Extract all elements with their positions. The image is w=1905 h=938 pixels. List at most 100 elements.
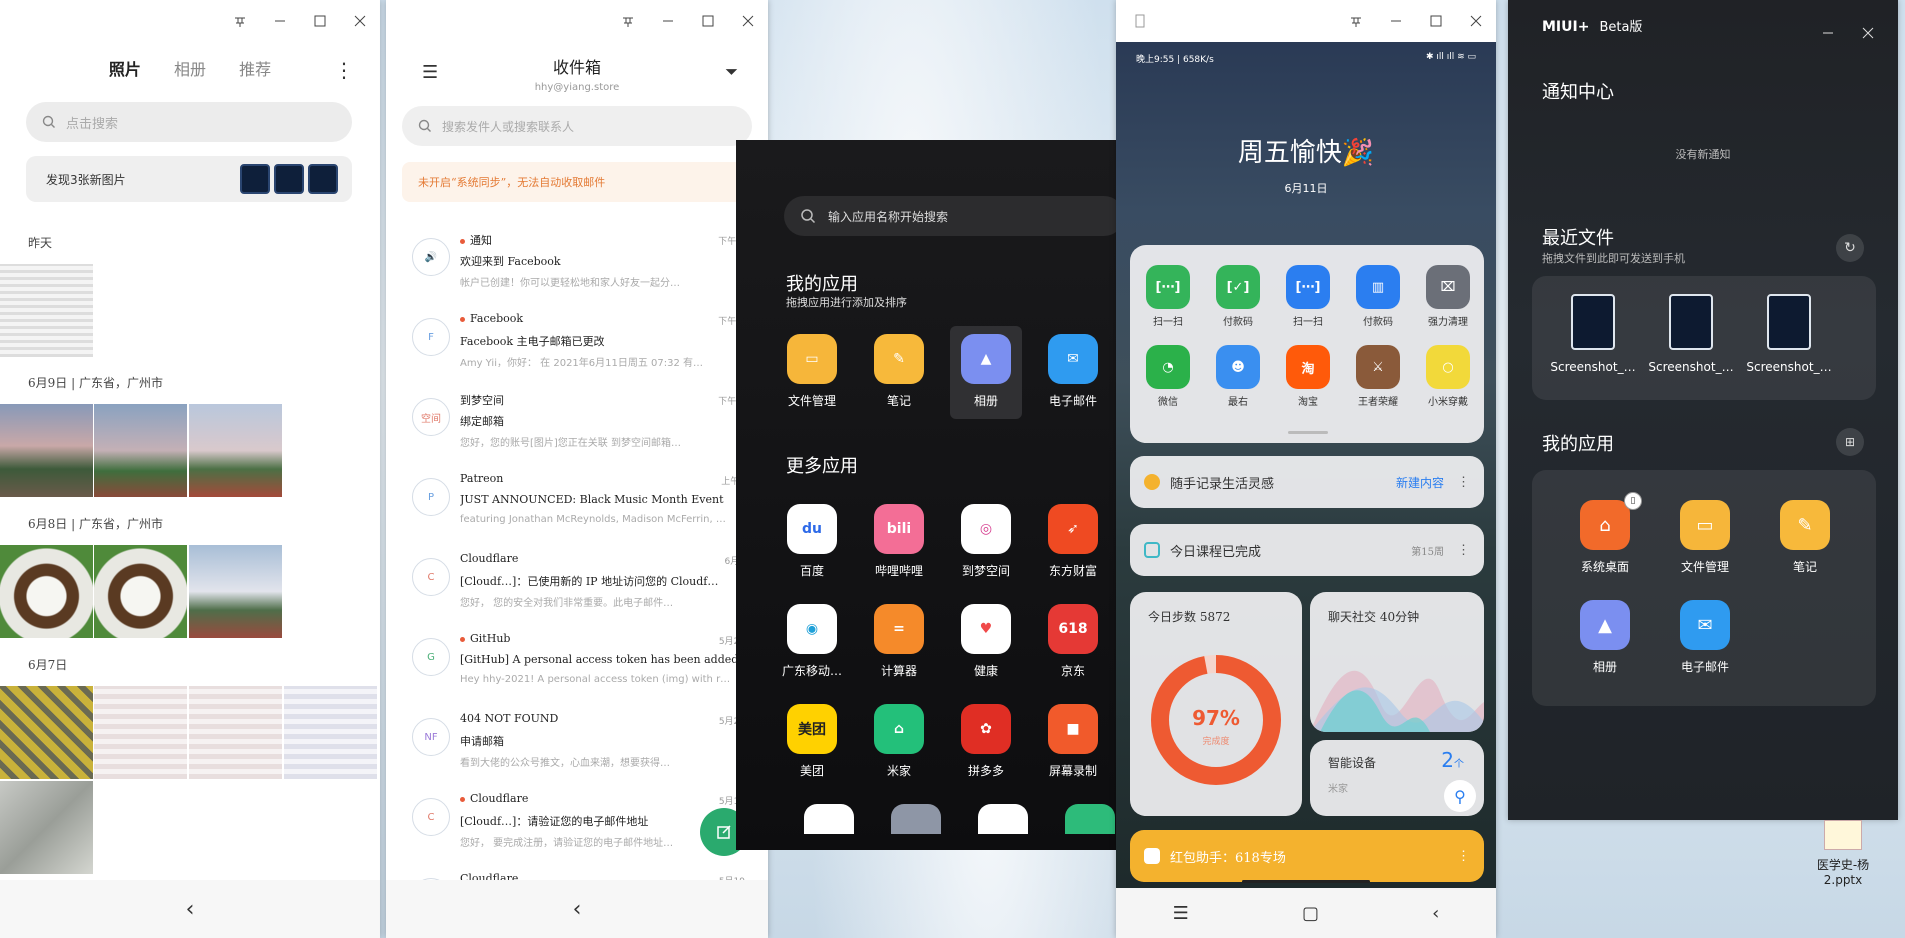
close-icon[interactable] xyxy=(340,0,380,42)
photo-thumbnail[interactable] xyxy=(94,686,187,779)
new-photos-banner[interactable]: 发现3张新图片 xyxy=(26,156,352,202)
recent-file[interactable]: Screenshot_… xyxy=(1548,294,1638,374)
pin-icon[interactable] xyxy=(220,0,260,42)
maximize-icon[interactable] xyxy=(300,0,340,42)
gallery-search-input[interactable]: 点击搜索 xyxy=(26,102,352,142)
close-icon[interactable] xyxy=(1456,0,1496,42)
phone-app-10[interactable]: ○ 小米穿戴 xyxy=(1418,345,1478,408)
app-13[interactable]: 美团 美团 xyxy=(776,704,848,779)
phone-app-3[interactable]: [⋯] 扫一扫 xyxy=(1278,265,1338,328)
phone-app-7[interactable]: ☻ 最右 xyxy=(1208,345,1268,408)
phone-app-9[interactable]: ⚔ 王者荣耀 xyxy=(1348,345,1408,408)
photo-thumbnail[interactable] xyxy=(0,404,93,497)
app-10[interactable]: = 计算器 xyxy=(863,604,935,679)
mail-item[interactable]: CCloudflare6月9…[Cloudf…]：已使用新的 IP 地址访问您的… xyxy=(386,542,768,622)
app-8[interactable]: ➶ 东方财富 xyxy=(1037,504,1109,579)
photo-thumbnail[interactable] xyxy=(94,545,187,638)
desktop-file-icon[interactable]: 医学史-杨 2.pptx xyxy=(1798,820,1888,887)
compose-icon xyxy=(717,825,731,839)
photo-thumbnail[interactable] xyxy=(0,781,93,874)
app-9[interactable]: ◉ 广东移动… xyxy=(776,604,848,679)
app-12[interactable]: 618 京东 xyxy=(1037,604,1109,679)
app-7[interactable]: ◎ 到梦空间 xyxy=(950,504,1022,579)
email-search-input[interactable]: 搜索发件人或搜索联系人 xyxy=(402,106,752,146)
app-6[interactable]: bili 哔哩哔哩 xyxy=(863,504,935,579)
new-note-button[interactable]: 新建内容 xyxy=(1396,474,1444,491)
steps-widget[interactable]: 今日步数 5872 97% 完成度 xyxy=(1130,592,1302,816)
photo-thumbnail[interactable] xyxy=(189,686,282,779)
app-4[interactable]: ✉ 电子邮件 xyxy=(1037,334,1109,409)
mail-item[interactable]: PPatreon上午9…JUST ANNOUNCED: Black Music … xyxy=(386,462,768,542)
recent-file[interactable]: Screenshot_… xyxy=(1744,294,1834,374)
mail-item[interactable]: 空间到梦空间下午2:…绑定邮箱您好，您的账号[图片]您正在关联 到梦空间邮箱… xyxy=(386,382,768,462)
close-icon[interactable] xyxy=(728,0,768,42)
miui-app-3[interactable]: ✎ 笔记 xyxy=(1760,500,1850,575)
miui-app-2[interactable]: ▭ 文件管理 xyxy=(1660,500,1750,575)
tab-albums[interactable]: 相册 xyxy=(174,56,206,80)
app-5[interactable]: du 百度 xyxy=(776,504,848,579)
rotate-icon[interactable] xyxy=(1120,0,1160,42)
back-icon[interactable]: ‹ xyxy=(186,897,195,922)
mail-item[interactable]: FFacebook下午3:…Facebook 主电子邮箱已更改Amy Yii，你… xyxy=(386,302,768,382)
back-icon[interactable]: ‹ xyxy=(1432,903,1439,924)
tab-recommend[interactable]: 推荐 xyxy=(239,56,271,80)
tab-photos[interactable]: 照片 xyxy=(109,56,141,80)
photo-thumbnail[interactable] xyxy=(189,404,282,497)
minimize-icon[interactable] xyxy=(648,0,688,42)
minimize-icon[interactable] xyxy=(1808,12,1848,54)
app-14[interactable]: ⌂ 米家 xyxy=(863,704,935,779)
phone-app-8[interactable]: 淘淘宝 xyxy=(1278,345,1338,408)
red-packet-widget[interactable]: 红包助手：618专场 ⋮ xyxy=(1130,830,1484,882)
app-11[interactable]: ♥ 健康 xyxy=(950,604,1022,679)
back-icon[interactable]: ‹ xyxy=(573,897,582,922)
phone-app-1[interactable]: [⋯] 扫一扫 xyxy=(1138,265,1198,328)
device-brand: 米家 xyxy=(1328,784,1348,795)
filter-icon[interactable]: ⏷ xyxy=(725,62,738,82)
mail-item[interactable]: GGitHub5月22…[GitHub] A personal access t… xyxy=(386,622,768,702)
app-3[interactable]: ▲ 相册 xyxy=(950,326,1022,419)
minimize-icon[interactable] xyxy=(1376,0,1416,42)
recents-icon[interactable]: ☰ xyxy=(1173,903,1189,924)
app-label: 电子邮件 xyxy=(1680,660,1729,674)
photo-thumbnail[interactable] xyxy=(0,545,93,638)
recent-file[interactable]: Screenshot_… xyxy=(1646,294,1736,374)
app-15[interactable]: ✿ 拼多多 xyxy=(950,704,1022,779)
photo-thumbnail[interactable] xyxy=(0,264,93,357)
app-2[interactable]: ✎ 笔记 xyxy=(863,334,935,409)
miui-app-4[interactable]: ▲ 相册 xyxy=(1560,600,1650,675)
close-icon[interactable] xyxy=(1848,12,1888,54)
photo-thumbnail[interactable] xyxy=(189,545,282,638)
app-1[interactable]: ▭ 文件管理 xyxy=(776,334,848,409)
maximize-icon[interactable] xyxy=(1416,0,1456,42)
phone-app-6[interactable]: ◔ 微信 xyxy=(1138,345,1198,408)
mail-item[interactable]: NF404 NOT FOUND5月20…申请邮箱看到大佬的公众号推文，心血来潮，… xyxy=(386,702,768,782)
pin-icon[interactable] xyxy=(1336,0,1376,42)
pin-icon[interactable] xyxy=(608,0,648,42)
notes-widget[interactable]: 随手记录生活灵感 新建内容 ⋮ xyxy=(1130,456,1484,508)
sync-warning-banner[interactable]: 未开启“系统同步”，无法自动收取邮件 × xyxy=(402,162,768,202)
more-icon[interactable]: ⋮ xyxy=(1457,849,1470,864)
miui-app-1[interactable]: ⌂ 系统桌面 xyxy=(1560,500,1650,575)
photo-thumbnail[interactable] xyxy=(284,686,377,779)
mail-item[interactable]: 🔊通知下午3:…欢迎来到 Facebook帐户已创建！你可以更轻松地和家人好友一… xyxy=(386,222,768,302)
app-search-input[interactable]: 输入应用名称开始搜索 xyxy=(784,196,1116,236)
grid-icon[interactable]: ⊞ xyxy=(1836,428,1864,456)
photo-thumbnail[interactable] xyxy=(0,686,93,779)
more-icon[interactable]: ⋮ xyxy=(1457,543,1470,558)
more-icon[interactable]: ⋮ xyxy=(1457,475,1470,490)
phone-app-2[interactable]: [✓] 付款码 xyxy=(1208,265,1268,328)
miui-app-5[interactable]: ✉ 电子邮件 xyxy=(1660,600,1750,675)
minimize-icon[interactable] xyxy=(260,0,300,42)
refresh-icon[interactable]: ↻ xyxy=(1836,234,1864,262)
phone-app-5[interactable]: ⌧ 强力清理 xyxy=(1418,265,1478,328)
maximize-icon[interactable] xyxy=(688,0,728,42)
smart-device-widget[interactable]: 智能设备 2个 米家 ⚲ xyxy=(1310,740,1484,816)
app-16[interactable]: ■ 屏幕录制 xyxy=(1037,704,1109,779)
social-widget[interactable]: 聊天社交 40分钟 xyxy=(1310,592,1484,732)
photo-thumbnail[interactable] xyxy=(94,404,187,497)
search-icon[interactable]: ⚲ xyxy=(1444,780,1476,812)
phone-app-4[interactable]: ▥ 付款码 xyxy=(1348,265,1408,328)
home-icon[interactable]: ▢ xyxy=(1302,903,1319,924)
more-icon[interactable]: ⋮ xyxy=(334,58,354,82)
course-widget[interactable]: 今日课程已完成 第15周 ⋮ xyxy=(1130,524,1484,576)
